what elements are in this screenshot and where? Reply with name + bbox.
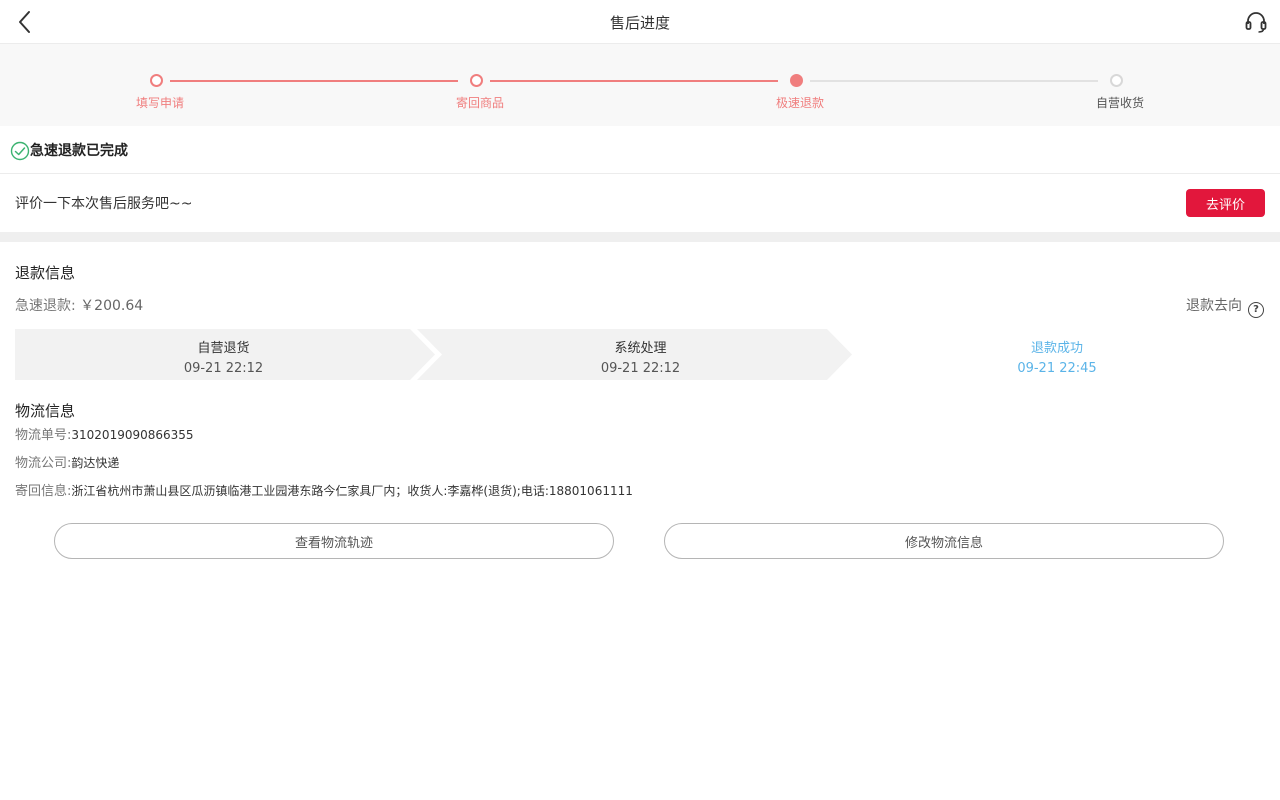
tracking-number-value: 3102019090866355	[71, 428, 194, 442]
step-dot-refund	[790, 74, 803, 87]
logistics-info-title: 物流信息	[15, 402, 76, 420]
flow-step-title: 自营退货	[197, 341, 250, 356]
flow-step-return: 自营退货 09-21 22:12	[15, 329, 432, 380]
courier-company-value: 韵达快递	[71, 456, 120, 470]
step-connector	[810, 80, 1098, 82]
flow-step-title: 系统处理	[614, 341, 667, 356]
flow-step-time: 09-21 22:12	[183, 361, 264, 376]
step-label-apply: 填写申请	[135, 96, 184, 110]
flow-step-time: 09-21 22:12	[600, 361, 681, 376]
refund-amount: 急速退款: ￥200.64	[15, 295, 143, 315]
after-sales-progress: 填写申请 寄回商品 极速退款 自营收货	[0, 44, 1280, 126]
refund-destination-link[interactable]: 退款去向?	[1186, 295, 1264, 318]
step-label-refund: 极速退款	[775, 96, 824, 110]
tracking-number-label: 物流单号:	[15, 428, 72, 443]
question-circle-icon[interactable]: ?	[1248, 302, 1264, 318]
review-prompt: 评价一下本次售后服务吧~~	[15, 196, 193, 212]
flow-step-time: 09-21 22:45	[1017, 361, 1097, 376]
view-tracking-button[interactable]: 查看物流轨迹	[54, 523, 614, 559]
modify-logistics-button[interactable]: 修改物流信息	[664, 523, 1224, 559]
refund-flow: 自营退货 09-21 22:12 系统处理 09-21 22:12 退款成功 0…	[15, 329, 1265, 380]
step-dot-apply	[150, 74, 163, 87]
refund-amount-label: 急速退款:	[15, 298, 76, 314]
refund-status: 急速退款已完成	[0, 126, 1280, 174]
go-review-button[interactable]: 去评价	[1186, 189, 1265, 217]
return-address-value: 浙江省杭州市萧山县区瓜沥镇临港工业园港东路今仁家具厂内；收货人:李嘉桦(退货);…	[71, 484, 633, 498]
refund-destination-label: 退款去向	[1186, 298, 1242, 314]
refund-info-title: 退款信息	[15, 264, 76, 282]
step-dot-return	[470, 74, 483, 87]
return-address-row: 寄回信息:浙江省杭州市萧山县区瓜沥镇临港工业园港东路今仁家具厂内；收货人:李嘉桦…	[15, 480, 633, 499]
tracking-number-row: 物流单号:3102019090866355	[15, 424, 194, 443]
check-circle-icon	[10, 141, 30, 161]
flow-step-success: 退款成功 09-21 22:45	[849, 329, 1265, 380]
flow-step-title: 退款成功	[1030, 341, 1083, 356]
return-address-label: 寄回信息:	[15, 484, 72, 499]
top-nav-bar: 售后进度	[0, 0, 1280, 44]
page-title: 售后进度	[609, 14, 670, 32]
headset-icon	[1245, 12, 1267, 33]
section-divider	[0, 232, 1280, 242]
customer-service-button[interactable]	[1244, 10, 1268, 34]
step-connector	[490, 80, 778, 82]
step-dot-receive	[1110, 74, 1123, 87]
status-text: 急速退款已完成	[30, 143, 128, 159]
courier-company-row: 物流公司:韵达快递	[15, 452, 119, 471]
flow-step-process: 系统处理 09-21 22:12	[432, 329, 849, 380]
step-label-return: 寄回商品	[455, 96, 504, 110]
step-connector	[170, 80, 458, 82]
refund-amount-value: ￥200.64	[80, 298, 144, 314]
review-prompt-row: 评价一下本次售后服务吧~~ 去评价	[0, 174, 1280, 232]
step-label-receive: 自营收货	[1095, 96, 1144, 110]
courier-company-label: 物流公司:	[15, 456, 72, 471]
